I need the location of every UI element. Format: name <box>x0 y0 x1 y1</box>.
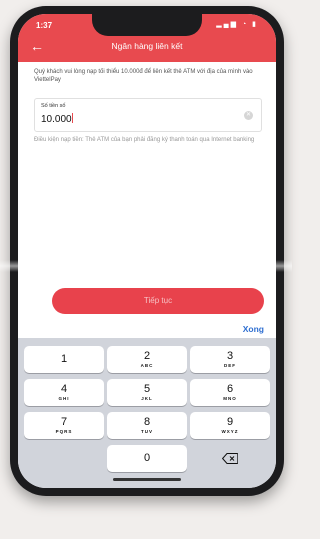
backspace-icon <box>221 453 239 464</box>
home-indicator <box>113 478 181 481</box>
key-digit: 6 <box>226 383 234 395</box>
key-6[interactable]: 6 MNO <box>190 379 270 406</box>
key-digit: 5 <box>143 383 151 395</box>
status-icons: ▂▄▆ ◔ ▮ <box>216 21 258 28</box>
key-digit: 7 <box>60 416 68 428</box>
photo-glare <box>0 260 292 272</box>
phone-frame: 1:37 ▂▄▆ ◔ ▮ ← Ngân hàng liên kết Quý kh… <box>10 6 284 496</box>
text-cursor <box>71 113 73 123</box>
key-letters: ABC <box>140 363 154 368</box>
numeric-keypad: 1 2 ABC 3 DEF 4 GHI 5 JKL 6 MNO 7 PQRS 8… <box>18 338 276 488</box>
key-digit: 1 <box>60 353 68 365</box>
key-letters: TUV <box>141 429 153 434</box>
key-letters: PQRS <box>55 429 73 434</box>
key-digit: 9 <box>226 416 234 428</box>
key-digit: 2 <box>143 350 151 362</box>
key-1[interactable]: 1 <box>24 346 104 373</box>
key-digit: 0 <box>143 452 151 464</box>
amount-value: 10.000 <box>41 114 72 125</box>
amount-input[interactable]: 10.000 <box>41 113 73 125</box>
key-digit: 4 <box>60 383 68 395</box>
key-5[interactable]: 5 JKL <box>107 379 187 406</box>
key-0[interactable]: 0 <box>107 445 187 472</box>
key-letters: WXYZ <box>221 429 239 434</box>
key-letters: GHI <box>58 396 70 401</box>
phone-screen: 1:37 ▂▄▆ ◔ ▮ ← Ngân hàng liên kết Quý kh… <box>18 14 276 488</box>
key-digit: 8 <box>143 416 151 428</box>
amount-label: Số tiền số <box>41 103 66 109</box>
condition-text: Điều kiện nạp tiền: Thẻ ATM của bạn phải… <box>34 137 255 143</box>
key-letters: JKL <box>141 396 153 401</box>
continue-button[interactable]: Tiếp tục <box>52 288 264 314</box>
amount-field[interactable]: Số tiền số 10.000 ✕ <box>34 98 262 132</box>
page-title: Ngân hàng liên kết <box>111 41 183 51</box>
key-9[interactable]: 9 WXYZ <box>190 412 270 439</box>
key-8[interactable]: 8 TUV <box>107 412 187 439</box>
camera-notch <box>92 14 202 36</box>
clear-icon[interactable]: ✕ <box>244 111 253 120</box>
backspace-key[interactable] <box>190 445 270 472</box>
notice-text: Quý khách vui lòng nạp tối thiểu 10.000đ… <box>34 69 253 83</box>
key-7[interactable]: 7 PQRS <box>24 412 104 439</box>
key-digit: 3 <box>226 350 234 362</box>
key-4[interactable]: 4 GHI <box>24 379 104 406</box>
key-letters: MNO <box>223 396 237 401</box>
status-time: 1:37 <box>36 21 53 30</box>
key-2[interactable]: 2 ABC <box>107 346 187 373</box>
key-3[interactable]: 3 DEF <box>190 346 270 373</box>
done-button[interactable]: Xong <box>243 324 264 334</box>
key-letters: DEF <box>224 363 236 368</box>
